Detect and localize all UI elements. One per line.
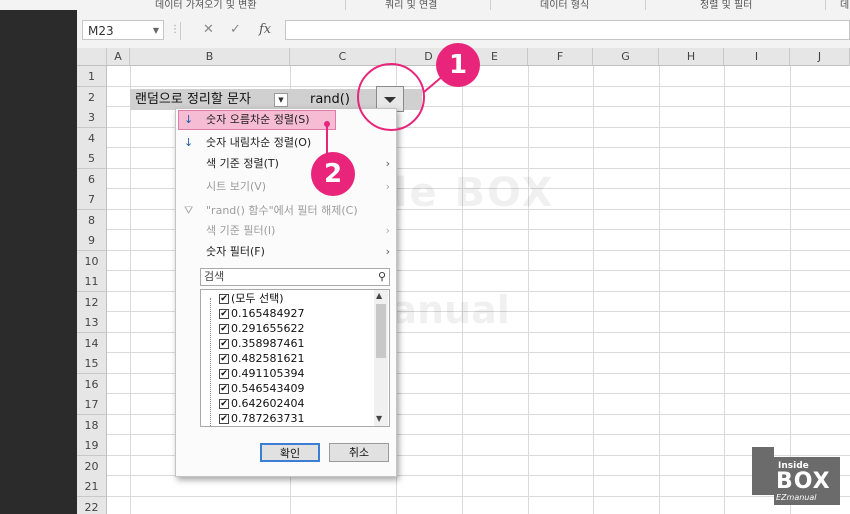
- insidebox-logo: Inside BOX EZmanual: [752, 447, 840, 505]
- step-1-badge: 1: [436, 43, 480, 87]
- annotation-lines: [324, 69, 451, 160]
- logo-sub-text: EZmanual: [776, 493, 817, 502]
- step-2-badge: 2: [311, 152, 355, 196]
- logo-big-text: BOX: [776, 469, 831, 494]
